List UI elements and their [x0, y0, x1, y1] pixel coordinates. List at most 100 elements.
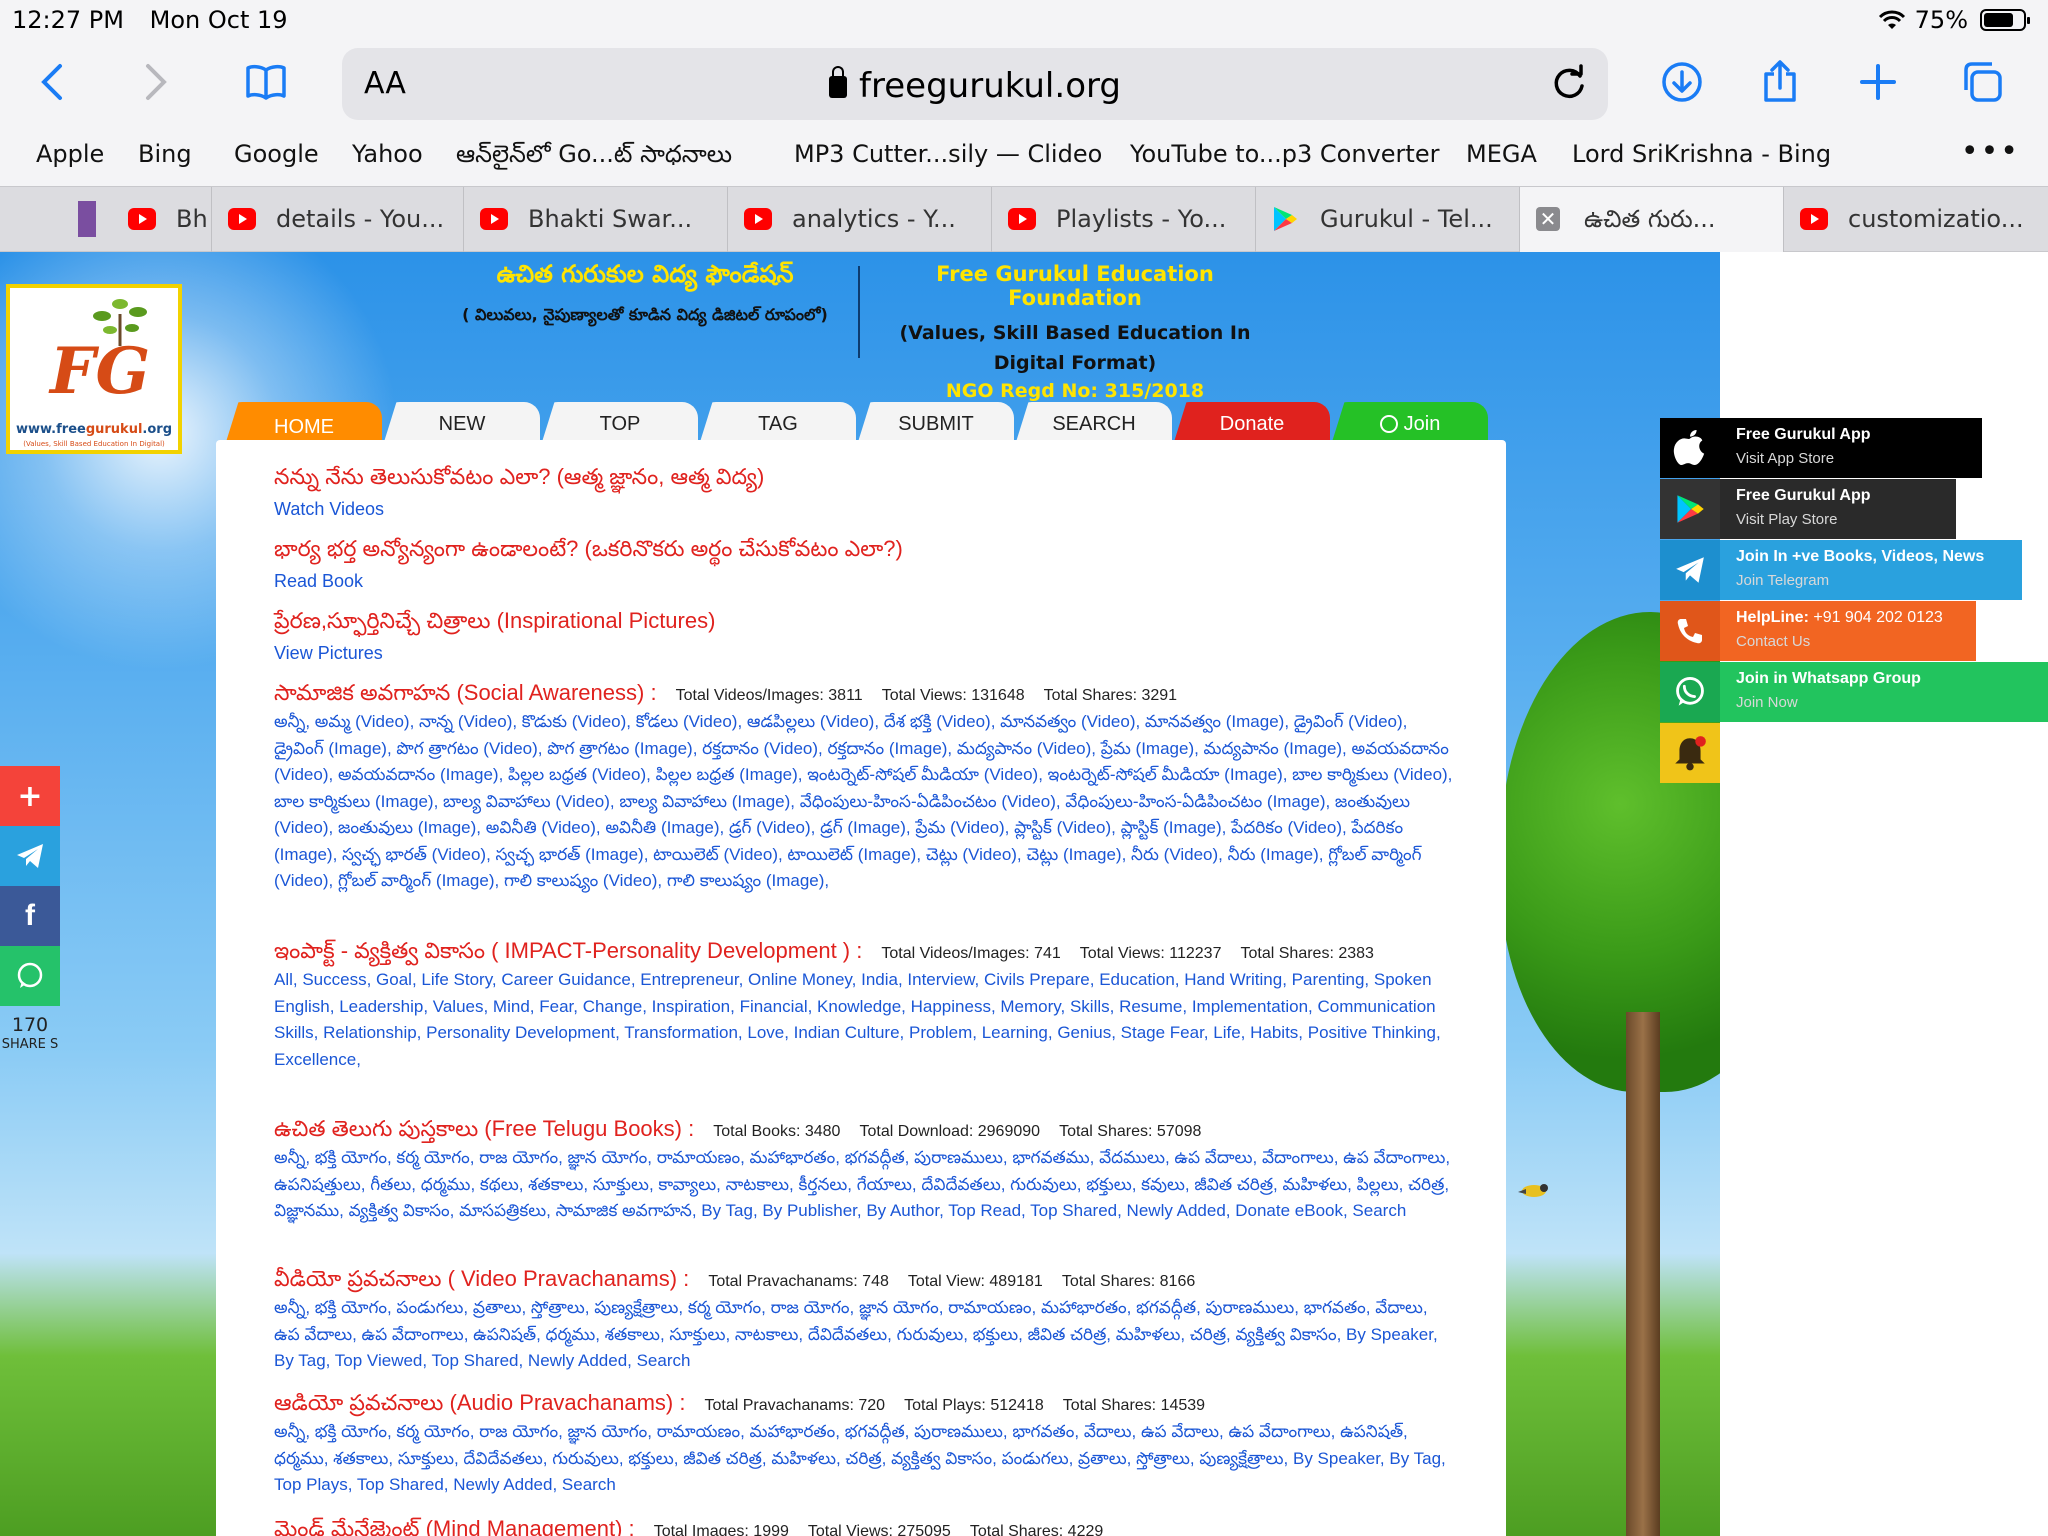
- widget-app-store[interactable]: Free Gurukul App Visit App Store: [1660, 418, 2048, 478]
- featured-link[interactable]: Watch Videos: [274, 499, 1454, 520]
- bookmark-apple[interactable]: Apple: [36, 140, 104, 168]
- category-links[interactable]: అన్నీ, భక్తి యోగం, కర్మ యోగం, రాజ యోగం, …: [274, 1419, 1454, 1499]
- phone-icon: [1660, 601, 1720, 661]
- more-bookmarks-icon[interactable]: •••: [1961, 134, 2020, 169]
- category-video-pravachanams: వీడియో ప్రవచనాలు ( Video Pravachanams) :…: [274, 1266, 1454, 1375]
- helpline-number[interactable]: +91 904 202 0123: [1813, 609, 1942, 626]
- share-more-button[interactable]: +: [0, 766, 60, 826]
- nav-submit[interactable]: SUBMIT: [858, 402, 1014, 442]
- nav-tag[interactable]: TAG: [700, 402, 856, 442]
- header-english: Free Gurukul Education Foundation (Value…: [870, 262, 1280, 402]
- share-telegram-button[interactable]: [0, 826, 60, 886]
- tab-analytics[interactable]: analytics - Y...: [728, 187, 992, 252]
- category-title[interactable]: ఆడియో ప్రవచనాలు (Audio Pravachanams) :: [274, 1390, 685, 1415]
- nav-join[interactable]: Join: [1332, 402, 1488, 442]
- featured-title[interactable]: ప్రేరణ,స్ఫూర్తినిచ్చే చిత్రాలు (Inspirat…: [274, 608, 1454, 639]
- widget-helpline[interactable]: HelpLine: +91 904 202 0123 Contact Us: [1660, 601, 2048, 661]
- tabs-overview-button[interactable]: [1954, 54, 2010, 110]
- bookmark-mp3-cutter[interactable]: MP3 Cutter...sily — Clideo: [794, 140, 1102, 168]
- bookmarks-bar: Apple Bing Google Yahoo ఆన్‌లైన్‌లో Go..…: [0, 128, 2048, 182]
- share-sidebar: + f 170 SHARE S: [0, 766, 60, 1054]
- bookmark-yahoo[interactable]: Yahoo: [352, 140, 423, 168]
- nav-top[interactable]: TOP: [542, 402, 698, 442]
- bookmark-bing[interactable]: Bing: [138, 140, 192, 168]
- category-title[interactable]: సామాజిక అవగాహన (Social Awareness) :: [274, 680, 657, 705]
- widget-whatsapp[interactable]: Join in Whatsapp Group Join Now: [1660, 662, 2048, 722]
- category-stat: Total Plays: 512418: [904, 1397, 1044, 1414]
- category-stat: Total Images: 1999: [653, 1523, 789, 1536]
- widget-title: HelpLine:: [1736, 609, 1809, 626]
- reload-icon[interactable]: [1550, 64, 1588, 102]
- new-tab-button[interactable]: [1850, 54, 1906, 110]
- tab-bhakti-swar[interactable]: Bhakti Swar...: [464, 187, 728, 252]
- play-store-icon: [1660, 479, 1720, 539]
- header-telugu-subtitle: ( విలువలు, నైపుణ్యాలతో కూడిన విద్య డిజిట…: [462, 305, 828, 324]
- bell-icon: [1675, 736, 1706, 771]
- share-facebook-button[interactable]: f: [0, 886, 60, 946]
- widget-play-store[interactable]: Free Gurukul App Visit Play Store: [1660, 479, 2048, 539]
- browser-toolbar: AA freegurukul.org: [0, 40, 2048, 128]
- battery-icon: [1980, 9, 2030, 31]
- tab-bh[interactable]: Bh: [36, 187, 212, 252]
- content-panel: నన్ను నేను తెలుసుకోవటం ఎలా? (ఆత్మ జ్ఞానం…: [216, 440, 1506, 1536]
- tab-details[interactable]: details - You...: [212, 187, 464, 252]
- nav-search[interactable]: SEARCH: [1016, 402, 1172, 442]
- featured-title[interactable]: భార్య భర్త అన్యోన్యంగా ఉండాలంటే? (ఒకరినొ…: [274, 536, 1454, 567]
- tab-label: details - You...: [276, 205, 445, 233]
- bookmark-lord-srikrishna[interactable]: Lord SriKrishna - Bing: [1572, 140, 1831, 168]
- nav-home[interactable]: HOME: [226, 402, 382, 442]
- category-links[interactable]: All, Success, Goal, Life Story, Career G…: [274, 967, 1454, 1073]
- facebook-icon: f: [25, 899, 35, 932]
- download-icon: [1662, 62, 1702, 102]
- featured-link[interactable]: Read Book: [274, 571, 1454, 592]
- widget-subtitle: Join Now: [1736, 694, 1798, 711]
- page-favicon: [78, 201, 96, 237]
- status-time: 12:27 PM: [12, 6, 124, 34]
- category-impact: ఇంపాక్ట్ - వ్యక్తిత్వ వికాసం ( IMPACT-Pe…: [274, 938, 1454, 1073]
- notification-bell-button[interactable]: [1660, 723, 1720, 783]
- tab-customization[interactable]: customizatio...: [1784, 187, 2048, 252]
- site-logo[interactable]: FG www.freegurukul.org (Values, Skill Ba…: [6, 284, 182, 454]
- category-title[interactable]: మైండ్ మేనేజ్మెంట్ (Mind Management) :: [274, 1516, 635, 1536]
- tab-uchita-gurukul-active[interactable]: ✕ ఉచిత గురు...: [1520, 187, 1784, 252]
- nav-donate[interactable]: Donate: [1174, 402, 1330, 442]
- category-header: ఇంపాక్ట్ - వ్యక్తిత్వ వికాసం ( IMPACT-Pe…: [274, 938, 1454, 967]
- close-tab-icon[interactable]: ✕: [1536, 207, 1560, 231]
- youtube-icon: [128, 208, 156, 230]
- tab-playlists[interactable]: Playlists - Yo...: [992, 187, 1256, 252]
- category-stat: Total Views: 131648: [881, 687, 1025, 704]
- category-title[interactable]: ఉచిత తెలుగు పుస్తకాలు (Free Telugu Books…: [274, 1116, 694, 1141]
- widget-telegram[interactable]: Join In +ve Books, Videos, News Join Tel…: [1660, 540, 2048, 600]
- category-links[interactable]: అన్నీ, అమ్మ (Video), నాన్న (Video), కొడు…: [274, 709, 1454, 895]
- battery-percent: 75%: [1914, 6, 1968, 34]
- widget-subtitle: Contact Us: [1736, 633, 1811, 650]
- share-whatsapp-button[interactable]: [0, 946, 60, 1006]
- bookmark-online-tools[interactable]: ఆన్‌లైన్‌లో Go...ట్ సాధనాలు: [456, 140, 732, 174]
- bookmark-youtube-mp3[interactable]: YouTube to...p3 Converter: [1130, 140, 1439, 168]
- address-bar[interactable]: AA freegurukul.org: [342, 48, 1608, 120]
- category-stat: Total Shares: 57098: [1059, 1123, 1202, 1140]
- tab-gurukul-telegram[interactable]: Gurukul - Tel...: [1256, 187, 1520, 252]
- bookmark-google[interactable]: Google: [234, 140, 319, 168]
- category-title[interactable]: ఇంపాక్ట్ - వ్యక్తిత్వ వికాసం ( IMPACT-Pe…: [274, 938, 862, 963]
- status-left: 12:27 PM Mon Oct 19: [12, 6, 306, 34]
- play-store-icon: [1274, 207, 1297, 231]
- bookmark-mega[interactable]: MEGA: [1466, 140, 1537, 168]
- url-display[interactable]: freegurukul.org: [342, 66, 1608, 106]
- bookmarks-button[interactable]: [238, 54, 294, 110]
- widget-subtitle: Visit App Store: [1736, 450, 1835, 467]
- category-links[interactable]: అన్నీ, భక్తి యోగం, పండుగలు, వ్రతాలు, స్త…: [274, 1295, 1454, 1375]
- featured-title[interactable]: నన్ను నేను తెలుసుకోవటం ఎలా? (ఆత్మ జ్ఞానం…: [274, 464, 1454, 495]
- category-links[interactable]: అన్నీ, భక్తి యోగం, కర్మ యోగం, రాజ యోగం, …: [274, 1145, 1454, 1225]
- downloads-button[interactable]: [1654, 54, 1710, 110]
- featured-link[interactable]: View Pictures: [274, 643, 1454, 664]
- category-title[interactable]: వీడియో ప్రవచనాలు ( Video Pravachanams) :: [274, 1266, 689, 1291]
- back-button[interactable]: [26, 54, 82, 110]
- tree-trunk-decoration: [1626, 1012, 1660, 1536]
- forward-button[interactable]: [126, 54, 182, 110]
- nav-new[interactable]: NEW: [384, 402, 540, 442]
- share-button[interactable]: [1752, 54, 1808, 110]
- share-label: SHARE S: [1, 1037, 59, 1052]
- chevron-left-icon: [41, 64, 62, 100]
- category-stat: Total Views: 275095: [807, 1523, 951, 1536]
